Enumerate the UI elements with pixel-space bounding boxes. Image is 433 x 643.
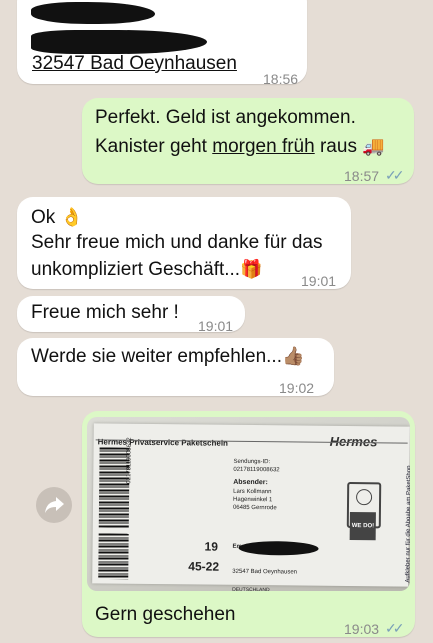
message-text: Ok 👌 bbox=[31, 203, 83, 232]
message-time: 18:56 bbox=[263, 71, 299, 87]
message-text: 32547 Bad Oeynhausen bbox=[32, 53, 237, 74]
redaction-mark bbox=[31, 2, 155, 24]
barcode-bottom bbox=[98, 533, 129, 580]
message-outgoing-photo[interactable]: Hermes Privatservice Paketschein Hermes … bbox=[82, 411, 415, 637]
shipping-label-photo[interactable]: Hermes Privatservice Paketschein Hermes … bbox=[87, 417, 410, 591]
share-forward-icon bbox=[45, 497, 64, 513]
message-text: Freue mich sehr ! bbox=[31, 302, 179, 323]
absender-city: 06485 Gernrode bbox=[232, 504, 277, 512]
delivery-truck-icon: 🚚 bbox=[362, 136, 385, 156]
message-outgoing-payment[interactable]: Perfekt. Geld ist angekommen. Kanister g… bbox=[82, 98, 414, 184]
route-code-2: 45-22 bbox=[188, 559, 220, 574]
message-text: Sehr freue mich und danke für das bbox=[31, 232, 323, 253]
chat-thread: 32547 Bad Oeynhausen 18:56 Perfekt. Geld… bbox=[0, 0, 433, 640]
message-time: 19:02 bbox=[279, 380, 315, 396]
message-text-line2: Kanister geht morgen früh raus 🚚 bbox=[95, 132, 385, 161]
we-do-logo: WE DO! bbox=[346, 482, 382, 541]
forward-button[interactable] bbox=[36, 487, 72, 523]
double-check-icon: ✓✓ bbox=[385, 620, 405, 636]
country: DEUTSCHLAND bbox=[232, 586, 270, 591]
side-note: Aufkleber nur für die Abgabe am PaketSho… bbox=[405, 465, 410, 583]
message-incoming-happy[interactable]: Freue mich sehr ! 19:01 bbox=[17, 296, 245, 334]
message-text: Werde sie weiter empfehlen...👍🏽 bbox=[31, 342, 304, 371]
date-link[interactable]: morgen früh bbox=[212, 136, 314, 157]
thumbs-up-icon: 👍🏽 bbox=[282, 346, 305, 366]
message-time: 19:01 bbox=[301, 273, 337, 289]
vertical-id: 02178119008632 bbox=[126, 437, 133, 484]
gift-icon: 🎁 bbox=[240, 259, 263, 279]
logo-text: WE DO! bbox=[349, 512, 377, 541]
message-incoming-address[interactable]: 32547 Bad Oeynhausen 18:56 bbox=[17, 0, 307, 87]
message-text: Perfekt. Geld ist angekommen. bbox=[95, 107, 356, 128]
ok-hand-icon: 👌 bbox=[60, 207, 83, 227]
message-time: 19:03 bbox=[344, 621, 380, 637]
message-time: 19:01 bbox=[198, 318, 234, 334]
message-text: unkompliziert Geschäft...🎁 bbox=[31, 255, 263, 284]
message-caption: Gern geschehen bbox=[95, 604, 236, 625]
double-check-icon: ✓✓ bbox=[385, 167, 405, 183]
message-incoming-thanks[interactable]: Ok 👌 Sehr freue mich und danke für das u… bbox=[17, 197, 351, 289]
message-time: 18:57 bbox=[344, 168, 380, 184]
tree-icon bbox=[356, 489, 373, 506]
message-incoming-recommend[interactable]: Werde sie weiter empfehlen...👍🏽 19:02 bbox=[17, 338, 334, 396]
shipping-label: Hermes Privatservice Paketschein Hermes … bbox=[92, 423, 410, 591]
